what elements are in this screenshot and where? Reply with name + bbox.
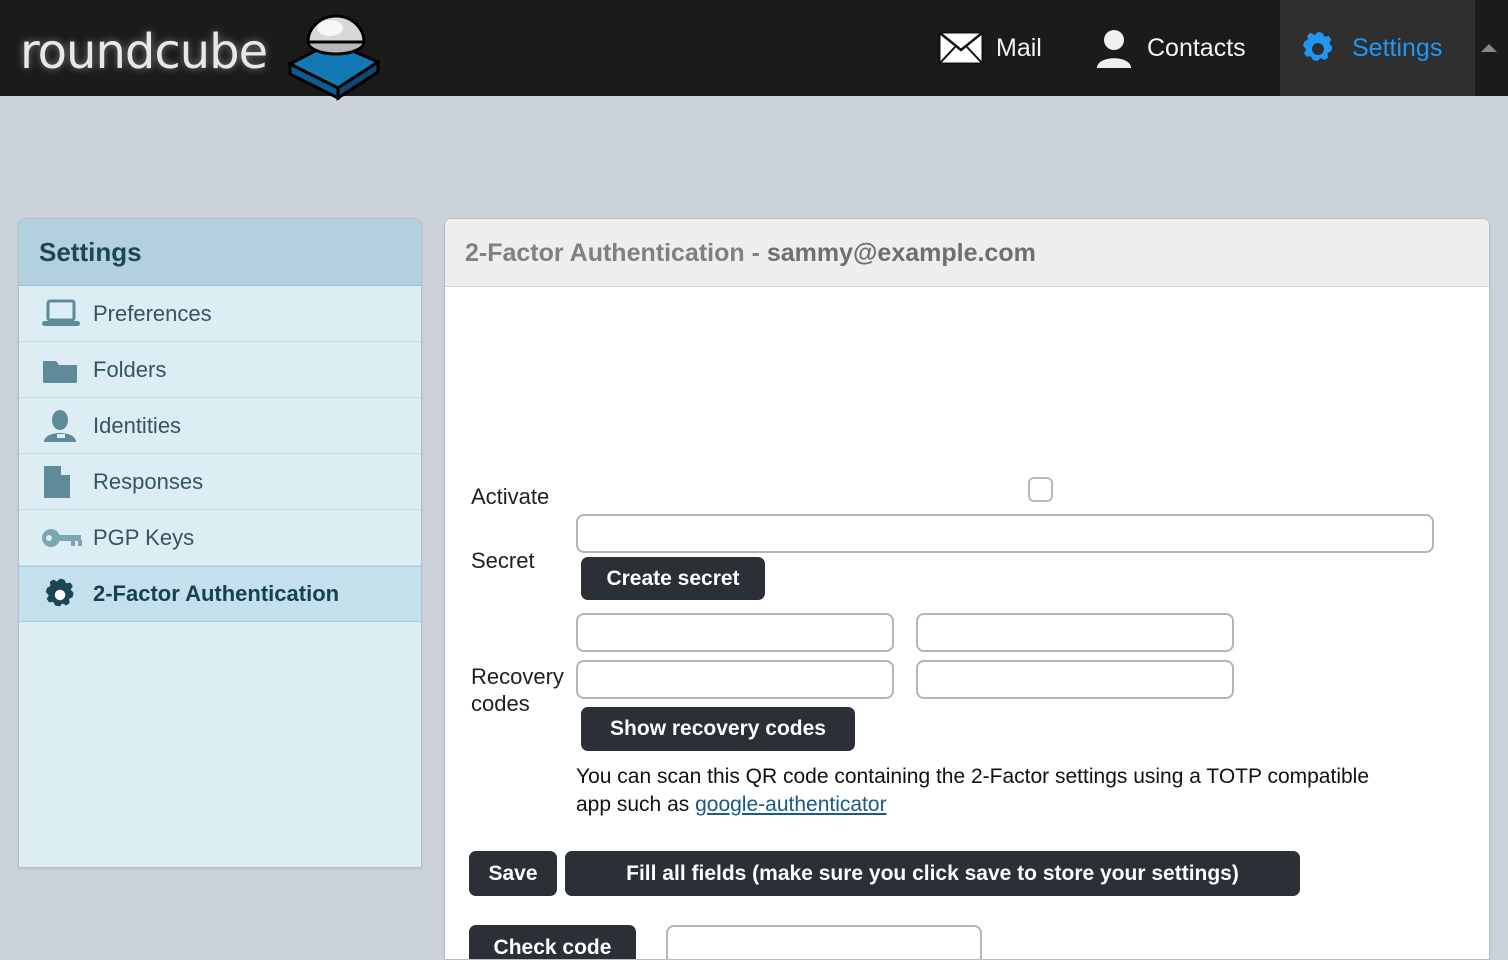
roundcube-logo: roundcube <box>20 12 382 101</box>
sidebar-item-label: Identities <box>93 412 182 438</box>
key-icon <box>41 526 93 550</box>
settings-sidebar: Settings Preferences Folders Identities … <box>18 218 422 868</box>
main-content-panel: 2-Factor Authentication - sammy@example.… <box>444 218 1490 960</box>
two-factor-form: Activate Secret Create secret Recovery c… <box>445 287 1489 959</box>
panel-title-email: sammy@example.com <box>766 239 1036 267</box>
page-body: Settings Preferences Folders Identities … <box>0 96 1508 960</box>
save-button[interactable]: Save <box>469 851 557 896</box>
recovery-codes-label-line1: Recovery <box>471 664 564 689</box>
sidebar-item-preferences[interactable]: Preferences <box>19 286 421 342</box>
envelope-icon <box>938 31 984 65</box>
collapse-toolbar-button[interactable] <box>1474 36 1504 60</box>
sidebar-item-2fa[interactable]: 2-Factor Authentication <box>19 566 421 622</box>
sidebar-item-pgp-keys[interactable]: PGP Keys <box>19 510 421 566</box>
nav-tab-mail[interactable]: Mail <box>920 0 1060 96</box>
gear-icon <box>1298 27 1340 69</box>
logo-cube-icon <box>286 14 382 101</box>
laptop-icon <box>41 299 93 329</box>
nav-tab-settings[interactable]: Settings <box>1280 0 1475 96</box>
folder-icon <box>41 355 93 385</box>
secret-label: Secret <box>471 548 535 573</box>
nav-tab-contacts[interactable]: Contacts <box>1075 0 1264 96</box>
top-navigation-bar: roundcube Mail Contacts Settings <box>0 0 1508 101</box>
panel-header: 2-Factor Authentication - sammy@example.… <box>445 219 1489 287</box>
sidebar-item-identities[interactable]: Identities <box>19 398 421 454</box>
check-code-button[interactable]: Check code <box>469 925 636 959</box>
sidebar-item-label: 2-Factor Authentication <box>93 581 340 606</box>
sidebar-title: Settings <box>19 219 421 286</box>
create-secret-button[interactable]: Create secret <box>581 557 765 600</box>
sidebar-item-label: PGP Keys <box>93 524 195 550</box>
recovery-code-input-2[interactable] <box>916 613 1234 652</box>
nav-tab-mail-label: Mail <box>996 33 1042 62</box>
secret-input[interactable] <box>576 514 1434 553</box>
nav-tab-settings-label: Settings <box>1352 33 1443 62</box>
document-icon <box>41 465 93 499</box>
recovery-code-input-3[interactable] <box>576 660 894 699</box>
person-icon <box>1093 28 1135 68</box>
sidebar-item-folders[interactable]: Folders <box>19 342 421 398</box>
panel-title: 2-Factor Authentication - <box>465 239 760 267</box>
gear-icon <box>41 574 93 614</box>
show-recovery-codes-button[interactable]: Show recovery codes <box>581 707 855 751</box>
activate-label: Activate <box>471 484 550 509</box>
check-code-input[interactable] <box>666 925 982 959</box>
recovery-codes-label-line2: codes <box>471 691 530 716</box>
sidebar-item-label: Preferences <box>93 300 212 326</box>
sidebar-item-responses[interactable]: Responses <box>19 454 421 510</box>
sidebar-item-label: Folders <box>93 356 167 382</box>
person-icon <box>41 409 93 442</box>
sidebar-item-label: Responses <box>93 468 204 494</box>
nav-tab-contacts-label: Contacts <box>1147 33 1246 62</box>
recovery-code-input-1[interactable] <box>576 613 894 652</box>
chevron-up-icon <box>1481 44 1497 52</box>
google-authenticator-link[interactable]: google-authenticator <box>695 793 886 816</box>
qr-code-note: You can scan this QR code containing the… <box>576 763 1376 819</box>
fill-all-fields-button[interactable]: Fill all fields (make sure you click sav… <box>565 851 1300 896</box>
activate-checkbox[interactable] <box>1028 477 1053 502</box>
recovery-code-input-4[interactable] <box>916 660 1234 699</box>
logo-text: roundcube <box>20 24 268 80</box>
